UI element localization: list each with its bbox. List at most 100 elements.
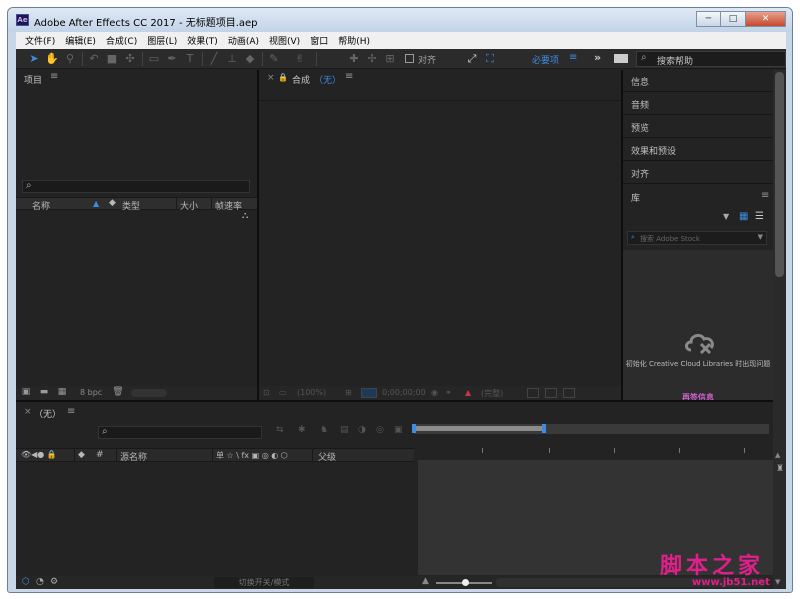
scrollbar-thumb[interactable] <box>775 72 784 277</box>
puppet-tool-icon[interactable]: ✌ <box>292 51 308 67</box>
menu-edit[interactable]: 编辑(E) <box>60 34 101 47</box>
workspace-essentials[interactable]: 必要项 <box>532 53 559 66</box>
project-search-input[interactable]: ⌕ <box>22 180 250 193</box>
list-view-icon[interactable]: ☰ <box>755 211 764 222</box>
world-axis-icon[interactable]: ✢ <box>364 51 380 67</box>
region-icon[interactable] <box>361 388 377 398</box>
label-tag-icon[interactable]: ◆ <box>109 198 116 208</box>
more-workspaces-icon[interactable]: » <box>594 51 601 64</box>
work-area-bar[interactable] <box>414 426 544 431</box>
parent-column[interactable]: 父级 <box>318 450 336 463</box>
interpret-footage-icon[interactable]: ▣ <box>20 387 32 398</box>
render-time-icon[interactable]: ⚙ <box>50 577 58 587</box>
menu-window[interactable]: 窗口 <box>305 34 333 47</box>
new-composition-icon[interactable]: ▦ <box>56 387 68 398</box>
flowchart-icon[interactable]: ⛬ <box>242 211 248 221</box>
lock-icon[interactable]: 🔒 <box>278 73 288 82</box>
time-ruler[interactable] <box>414 438 769 460</box>
brush-tool-icon[interactable]: ╱ <box>206 51 222 67</box>
pen-tool-icon[interactable]: ✒ <box>164 51 180 67</box>
libraries-menu-icon[interactable]: ≡ <box>761 190 769 201</box>
work-area-start-handle[interactable] <box>412 424 416 433</box>
eraser-tool-icon[interactable]: ◆ <box>242 51 258 67</box>
frame-blending-icon[interactable]: ▤ <box>340 425 349 435</box>
camera-tool-icon[interactable]: ■ <box>104 51 120 67</box>
composition-menu-icon[interactable]: ≡ <box>345 71 353 82</box>
monitor-icon[interactable]: ▭ <box>279 388 287 397</box>
snap-feature-icon[interactable]: ⛶ <box>482 51 498 67</box>
composition-panel-title[interactable]: 合成 <box>292 73 310 86</box>
fast-preview-icon[interactable] <box>527 388 539 398</box>
menu-effect[interactable]: 效果(T) <box>182 34 223 47</box>
menu-file[interactable]: 文件(F) <box>20 34 60 47</box>
source-name-column[interactable]: 源名称 <box>120 450 147 463</box>
column-type[interactable]: 类型 <box>122 199 140 212</box>
keyboard-shortcut-icon[interactable] <box>614 54 628 63</box>
menu-help[interactable]: 帮助(H) <box>333 34 375 47</box>
preview-panel-tab[interactable]: 预览 <box>623 116 773 138</box>
toggle-switches-modes-button[interactable]: 切换开关/模式 <box>214 577 314 588</box>
layer-number-column[interactable]: # <box>96 450 104 460</box>
label-tag-icon[interactable]: ◆ <box>78 450 85 460</box>
comp-button-icon[interactable]: ♜ <box>776 464 784 474</box>
menu-view[interactable]: 视图(V) <box>264 34 305 47</box>
close-tab-icon[interactable]: × <box>24 407 32 417</box>
work-area-end-handle[interactable] <box>542 424 546 433</box>
grid-view-icon[interactable]: ▦ <box>739 211 748 222</box>
modes-toggle-icon[interactable]: ◔ <box>36 577 44 587</box>
av-switch-icons[interactable]: 👁◀● 🔒 <box>21 450 57 459</box>
close-button[interactable]: ✕ <box>746 11 786 27</box>
local-axis-icon[interactable]: ✚ <box>346 51 362 67</box>
scroll-down-icon[interactable]: ▼ <box>775 578 780 586</box>
delete-icon[interactable]: 🗑 <box>112 387 124 398</box>
composition-name[interactable]: （无） <box>314 73 341 86</box>
library-dropdown[interactable]: ▼ ▦ ☰ <box>627 211 767 225</box>
scroll-up-icon[interactable]: ▲ <box>775 451 780 459</box>
adobe-stock-search-input[interactable]: ⌕ 搜索 Adobe Stock ▼ <box>627 231 767 245</box>
zoom-out-icon[interactable]: ▲ <box>422 576 429 586</box>
effects-presets-panel-tab[interactable]: 效果和预设 <box>623 139 773 161</box>
project-panel-title[interactable]: 项目 <box>24 73 42 86</box>
zoom-tool-icon[interactable]: ⚲ <box>62 51 78 67</box>
draft-3d-icon[interactable]: ✱ <box>298 425 306 435</box>
magnification-dropdown[interactable]: (100%) <box>297 388 326 397</box>
current-time[interactable]: 0;00;00;00 <box>382 388 426 397</box>
column-frame-rate[interactable]: 帧速率 <box>215 199 242 212</box>
rotate-tool-icon[interactable]: ↶ <box>86 51 102 67</box>
menu-composition[interactable]: 合成(C) <box>101 34 142 47</box>
new-folder-icon[interactable]: ▬ <box>38 387 50 398</box>
resolution-dropdown[interactable]: (完整) <box>481 388 503 399</box>
snap-edge-icon[interactable]: ⤢ <box>464 51 480 67</box>
pan-behind-tool-icon[interactable]: ✣ <box>122 51 138 67</box>
color-channel-icon[interactable]: ▲ <box>465 388 471 397</box>
search-help-input[interactable]: ⌕ 搜索帮助 <box>636 51 786 67</box>
column-name[interactable]: 名称 <box>32 199 50 212</box>
preview-icon[interactable]: ⊡ <box>263 388 270 397</box>
selection-tool-icon[interactable]: ➤ <box>26 51 42 67</box>
bit-depth-label[interactable]: 8 bpc <box>80 388 102 397</box>
graph-icon[interactable]: ▣ <box>394 425 403 435</box>
thumbnail-slider[interactable] <box>131 389 167 397</box>
maximize-button[interactable]: □ <box>721 11 746 27</box>
menu-animation[interactable]: 动画(A) <box>223 34 264 47</box>
layer-switches-column[interactable]: 单 ☆ \ fx ▣ ◎ ◐ ⬡ <box>216 450 288 461</box>
grid-icon[interactable]: ⊞ <box>345 388 352 397</box>
channel-icon[interactable]: ⚭ <box>445 388 452 397</box>
comp-mini-flowchart-icon[interactable]: ⇆ <box>276 425 284 435</box>
type-tool-icon[interactable]: T <box>182 51 198 67</box>
layer-switches-toggle-icon[interactable]: ⬡ <box>22 577 30 587</box>
libraries-panel-title[interactable]: 库 <box>631 191 640 204</box>
timeline-menu-icon[interactable]: ≡ <box>67 406 75 417</box>
align-panel-tab[interactable]: 对齐 <box>623 162 773 184</box>
clone-stamp-tool-icon[interactable]: ⊥ <box>224 51 240 67</box>
timeline-search-input[interactable]: ⌕ <box>98 426 262 439</box>
column-size[interactable]: 大小 <box>180 199 198 212</box>
minimize-button[interactable]: ─ <box>696 11 721 27</box>
view-axis-icon[interactable]: ⊞ <box>382 51 398 67</box>
workspace-menu-icon[interactable]: ≡ <box>569 52 577 63</box>
rectangle-tool-icon[interactable]: ▭ <box>146 51 162 67</box>
info-panel-tab[interactable]: 信息 <box>623 70 773 92</box>
audio-panel-tab[interactable]: 音频 <box>623 93 773 115</box>
transparency-grid-icon[interactable] <box>545 388 557 398</box>
shy-icon[interactable]: ♞ <box>320 425 328 435</box>
